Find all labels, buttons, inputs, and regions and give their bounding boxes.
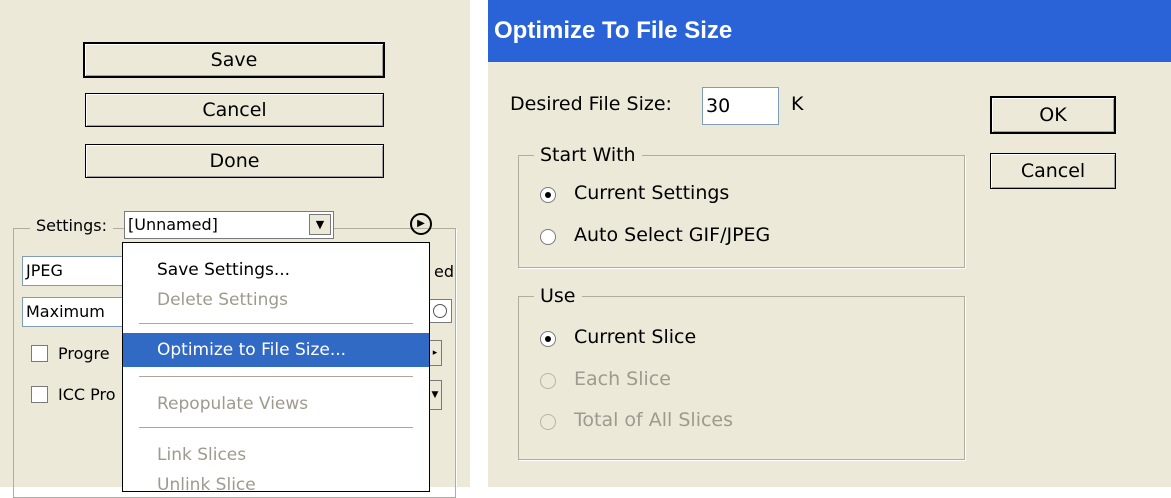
current-slice-label: Current Slice xyxy=(574,326,697,348)
menu-item-save-settings[interactable]: Save Settings... xyxy=(123,257,429,283)
menu-separator xyxy=(139,376,413,377)
each-slice-label: Each Slice xyxy=(574,368,671,390)
done-button[interactable]: Done xyxy=(85,144,384,178)
desired-size-input[interactable]: 30 xyxy=(702,87,779,125)
menu-item-optimize-to-file-size[interactable]: Optimize to File Size... xyxy=(123,333,429,367)
menu-item-link-slices: Link Slices xyxy=(157,445,247,465)
cancel-button[interactable]: Cancel xyxy=(85,93,384,127)
settings-label: Settings: xyxy=(30,216,114,235)
menu-separator xyxy=(139,427,413,428)
total-all-slices-radio xyxy=(540,414,556,430)
save-for-web-panel: Save Cancel Done Settings: [Unnamed] ▼ ▶… xyxy=(0,0,470,498)
quality-slider-icon[interactable] xyxy=(428,299,452,323)
chevron-down-icon[interactable]: ▼ xyxy=(309,214,331,235)
dialog-cancel-button[interactable]: Cancel xyxy=(990,153,1116,189)
progressive-checkbox[interactable] xyxy=(31,345,48,362)
settings-value: [Unnamed] xyxy=(128,215,218,234)
use-legend: Use xyxy=(534,285,582,307)
quality-dropdown[interactable]: Maximum xyxy=(22,297,132,327)
start-with-group xyxy=(518,155,965,268)
ok-button[interactable]: OK xyxy=(990,96,1116,134)
desired-size-label: Desired File Size: xyxy=(510,93,672,115)
menu-item-repopulate-views: Repopulate Views xyxy=(157,394,309,414)
right-arrow-icon[interactable]: ▸ xyxy=(428,340,442,366)
chevron-down-icon[interactable]: ▼ xyxy=(428,380,442,410)
icc-profile-checkbox[interactable] xyxy=(31,386,48,403)
each-slice-radio xyxy=(540,373,556,389)
dialog-title: Optimize To File Size xyxy=(494,17,733,44)
settings-popup-menu: Save Settings... Delete Settings Optimiz… xyxy=(122,242,430,495)
menu-item-unlink-slice: Unlink Slice xyxy=(157,475,256,495)
optimize-dialog: Optimize To File Size Desired File Size:… xyxy=(488,0,1171,487)
settings-menu-arrow-icon[interactable]: ▶ xyxy=(410,213,432,235)
settings-dropdown[interactable]: [Unnamed] ▼ xyxy=(124,211,334,239)
auto-select-label: Auto Select GIF/JPEG xyxy=(574,224,771,246)
size-unit-label: K xyxy=(791,93,804,115)
current-settings-radio[interactable] xyxy=(540,187,556,203)
save-button[interactable]: Save xyxy=(83,42,385,78)
progressive-label: Progre xyxy=(58,344,110,363)
total-all-slices-label: Total of All Slices xyxy=(574,409,734,431)
format-dropdown[interactable]: JPEG xyxy=(22,256,132,286)
partial-label: ed xyxy=(434,262,454,281)
menu-separator xyxy=(139,323,413,324)
title-bar: Optimize To File Size xyxy=(488,0,1171,62)
auto-select-radio[interactable] xyxy=(540,229,556,245)
menu-item-delete-settings: Delete Settings xyxy=(157,290,288,310)
current-slice-radio[interactable] xyxy=(540,331,556,347)
icc-profile-label: ICC Pro xyxy=(58,385,116,404)
start-with-legend: Start With xyxy=(534,144,642,166)
current-settings-label: Current Settings xyxy=(574,182,730,204)
